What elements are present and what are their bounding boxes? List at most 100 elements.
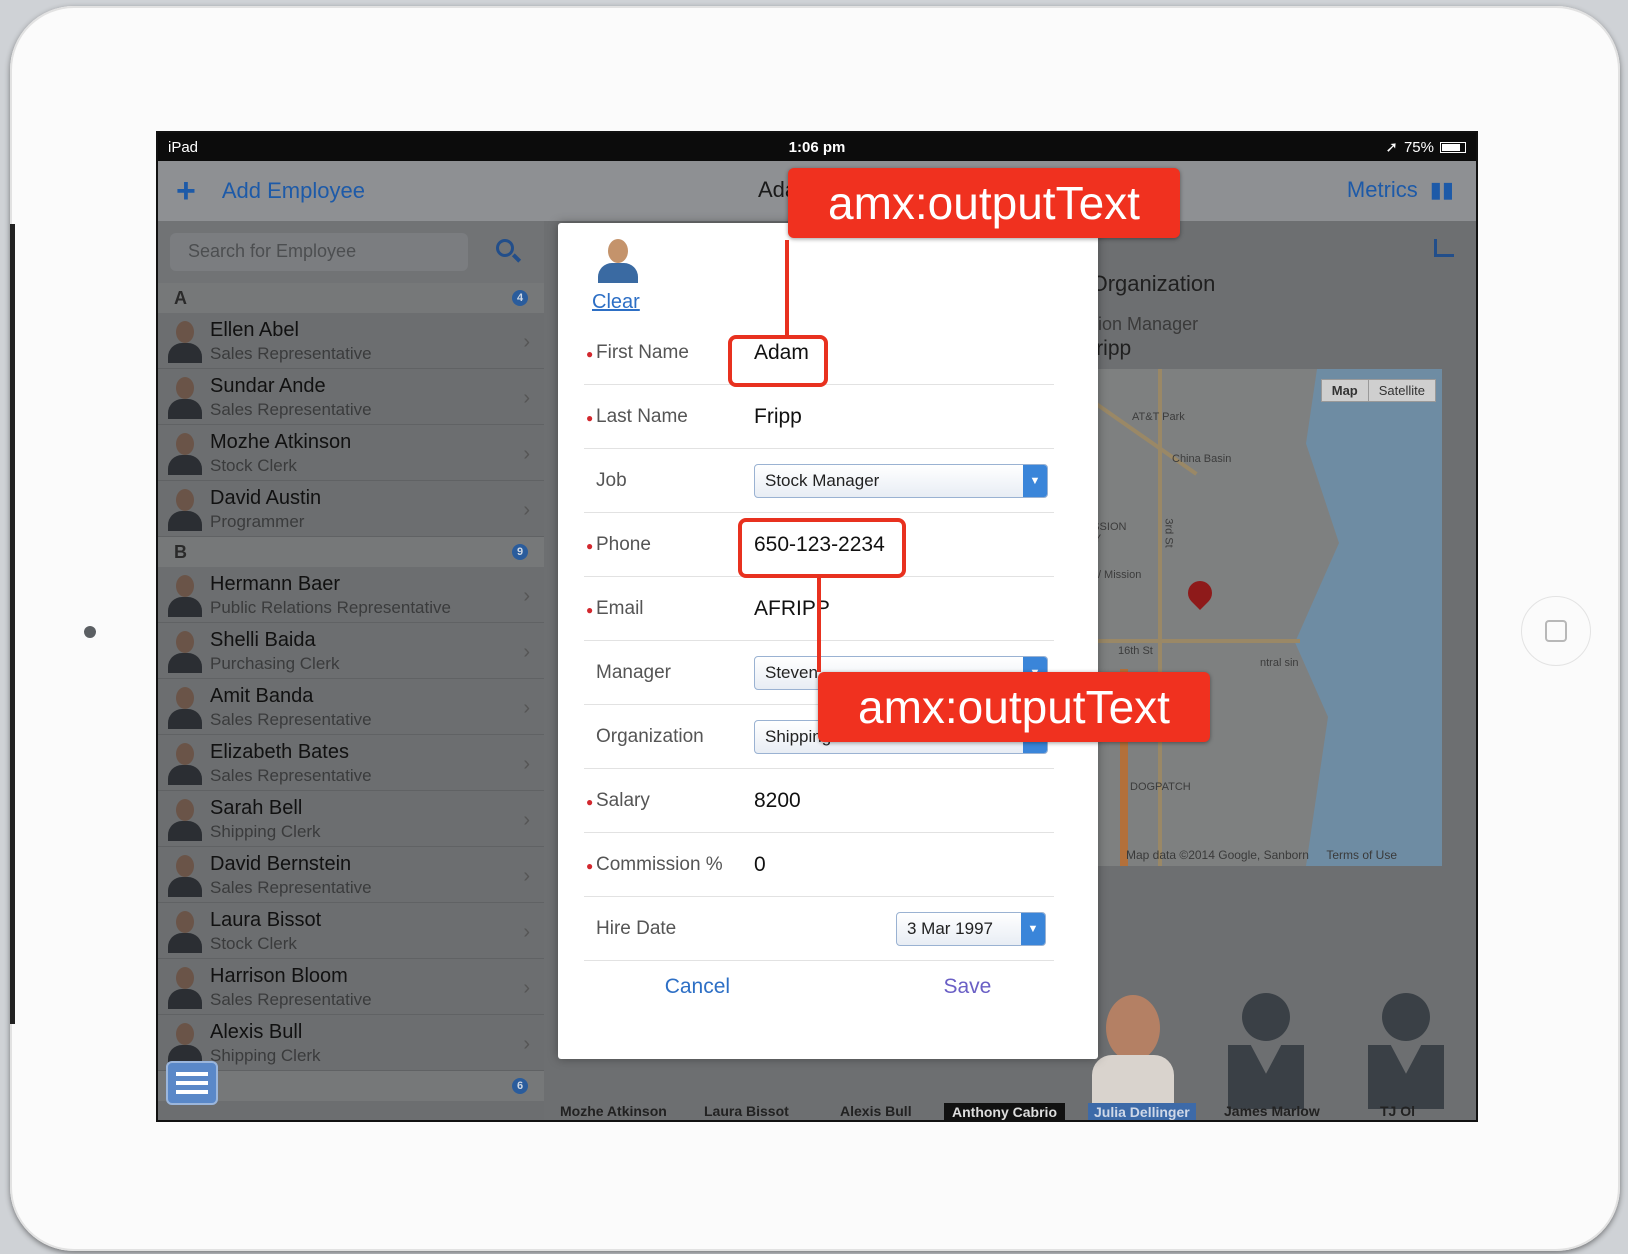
phone-highlight bbox=[738, 518, 906, 578]
list-item[interactable]: Sarah Bell Shipping Clerk › bbox=[158, 791, 544, 847]
metrics-button[interactable]: Metrics ▮▮ bbox=[1347, 177, 1454, 203]
list-item[interactable]: Ellen Abel Sales Representative › bbox=[158, 313, 544, 369]
map-label: 3rd St bbox=[1162, 518, 1175, 548]
list-item[interactable]: David Bernstein Sales Representative › bbox=[158, 847, 544, 903]
map-label: AT&T Park bbox=[1132, 411, 1185, 423]
section-letter: B bbox=[174, 541, 187, 562]
strip-photo[interactable] bbox=[1092, 991, 1174, 1109]
avatar bbox=[166, 431, 204, 477]
employee-name: Hermann Baer bbox=[210, 573, 341, 595]
avatar bbox=[166, 487, 204, 533]
field-select[interactable]: Stock Manager ▼ bbox=[754, 463, 1048, 498]
strip-name[interactable]: James Marlow bbox=[1224, 1103, 1320, 1119]
required-marker: ● bbox=[586, 539, 594, 553]
employee-name: Laura Bissot bbox=[210, 909, 322, 931]
avatar bbox=[166, 909, 204, 955]
metrics-label: Metrics bbox=[1346, 177, 1418, 202]
map[interactable]: Map Satellite AT&T Park China Basin MISS… bbox=[1060, 369, 1442, 866]
map-label: 16th St bbox=[1118, 645, 1153, 657]
employee-title: Sales Representative bbox=[210, 766, 372, 785]
employee-title: Sales Representative bbox=[210, 710, 372, 729]
employee-title: Programmer bbox=[210, 512, 305, 531]
chevron-right-icon: › bbox=[523, 809, 530, 831]
strip-name[interactable]: Laura Bissot bbox=[704, 1103, 789, 1119]
avatar-placeholder-icon[interactable] bbox=[1224, 991, 1306, 1109]
list-item[interactable]: Mozhe Atkinson Stock Clerk › bbox=[158, 425, 544, 481]
map-type-toggle[interactable]: Map Satellite bbox=[1320, 379, 1436, 402]
section-header[interactable]: A4 bbox=[158, 283, 544, 313]
avatar bbox=[166, 573, 204, 619]
search-icon[interactable] bbox=[496, 239, 514, 257]
search-row: Search for Employee bbox=[158, 221, 544, 283]
menu-button[interactable] bbox=[166, 1061, 218, 1105]
employee-title: Shipping Clerk bbox=[210, 822, 321, 841]
employee-name: Elizabeth Bates bbox=[210, 741, 349, 763]
device-label: iPad bbox=[168, 138, 199, 156]
list-item[interactable]: Harrison Bloom Sales Representative › bbox=[158, 959, 544, 1015]
section-count-badge: 9 bbox=[512, 544, 528, 560]
cancel-button[interactable]: Cancel bbox=[665, 975, 730, 999]
callout-bottom: amx:outputText bbox=[818, 672, 1210, 742]
map-pin-icon[interactable] bbox=[1183, 576, 1217, 610]
status-bar: iPad 1:06 pm ➚ 75% bbox=[158, 133, 1476, 161]
avatar bbox=[166, 319, 204, 365]
chevron-down-icon: ▼ bbox=[1023, 464, 1047, 497]
add-employee-label: Add Employee bbox=[221, 178, 365, 203]
map-credit: Map data ©2014 Google, Sanborn Terms of … bbox=[1126, 848, 1398, 862]
add-employee-button[interactable]: + Add Employee bbox=[158, 174, 365, 208]
chevron-right-icon: › bbox=[523, 753, 530, 775]
employee-title: Stock Clerk bbox=[210, 934, 297, 953]
avatar bbox=[166, 685, 204, 731]
field-label: Hire Date bbox=[596, 917, 677, 939]
employee-name: Amit Banda bbox=[210, 685, 314, 707]
share-icon[interactable] bbox=[1434, 239, 1454, 257]
save-button[interactable]: Save bbox=[943, 975, 991, 999]
strip-name[interactable]: Mozhe Atkinson bbox=[560, 1103, 667, 1119]
employee-title: Sales Representative bbox=[210, 344, 372, 363]
employee-title: Stock Clerk bbox=[210, 456, 297, 475]
list-item[interactable]: David Austin Programmer › bbox=[158, 481, 544, 537]
field-label: Last Name bbox=[596, 405, 688, 427]
chevron-right-icon: › bbox=[523, 443, 530, 465]
employee-name: Sundar Ande bbox=[210, 375, 326, 397]
home-button[interactable] bbox=[1521, 596, 1591, 666]
clear-button[interactable]: Clear bbox=[592, 291, 640, 314]
list-item[interactable]: Shelli Baida Purchasing Clerk › bbox=[158, 623, 544, 679]
employee-title: Shipping Clerk bbox=[210, 1046, 321, 1065]
map-toggle-satellite[interactable]: Satellite bbox=[1369, 380, 1435, 401]
field-label: Salary bbox=[596, 789, 650, 811]
avatar-placeholder-icon[interactable] bbox=[1364, 991, 1446, 1109]
list-item[interactable]: Hermann Baer Public Relations Representat… bbox=[158, 567, 544, 623]
map-label: ntral sin bbox=[1260, 657, 1299, 669]
map-toggle-map[interactable]: Map bbox=[1322, 380, 1369, 401]
avatar bbox=[166, 853, 204, 899]
list-item[interactable]: Laura Bissot Stock Clerk › bbox=[158, 903, 544, 959]
form-row: ● Last Name Fripp bbox=[584, 385, 1054, 449]
strip-name[interactable]: Anthony Cabrio bbox=[944, 1103, 1065, 1120]
section-header[interactable]: B9 bbox=[158, 537, 544, 567]
chevron-right-icon: › bbox=[523, 387, 530, 409]
list-item[interactable]: Sundar Ande Sales Representative › bbox=[158, 369, 544, 425]
required-marker: ● bbox=[586, 411, 594, 425]
strip-name[interactable]: Julia Dellinger bbox=[1088, 1103, 1196, 1120]
chevron-right-icon: › bbox=[523, 499, 530, 521]
employee-photo[interactable] bbox=[596, 237, 640, 283]
employee-name: Sarah Bell bbox=[210, 797, 303, 819]
employee-name: Shelli Baida bbox=[210, 629, 316, 651]
strip-name[interactable]: TJ Ol bbox=[1380, 1103, 1415, 1119]
list-item[interactable]: Elizabeth Bates Sales Representative › bbox=[158, 735, 544, 791]
section-count-badge: 4 bbox=[512, 290, 528, 306]
search-input[interactable]: Search for Employee bbox=[170, 233, 468, 271]
field-value[interactable]: Fripp bbox=[754, 405, 802, 429]
section-letter: A bbox=[174, 287, 187, 308]
map-water bbox=[1295, 369, 1442, 866]
field-value[interactable]: 0 bbox=[754, 853, 766, 877]
list-item[interactable]: Amit Banda Sales Representative › bbox=[158, 679, 544, 735]
strip-name[interactable]: Alexis Bull bbox=[840, 1103, 912, 1119]
chevron-right-icon: › bbox=[523, 977, 530, 999]
employee-name: David Austin bbox=[210, 487, 322, 509]
chevron-right-icon: › bbox=[523, 865, 530, 887]
field-value[interactable]: 8200 bbox=[754, 789, 801, 813]
date-picker[interactable]: 3 Mar 1997 ▼ bbox=[896, 911, 1046, 946]
battery-percent: 75% bbox=[1403, 138, 1434, 156]
